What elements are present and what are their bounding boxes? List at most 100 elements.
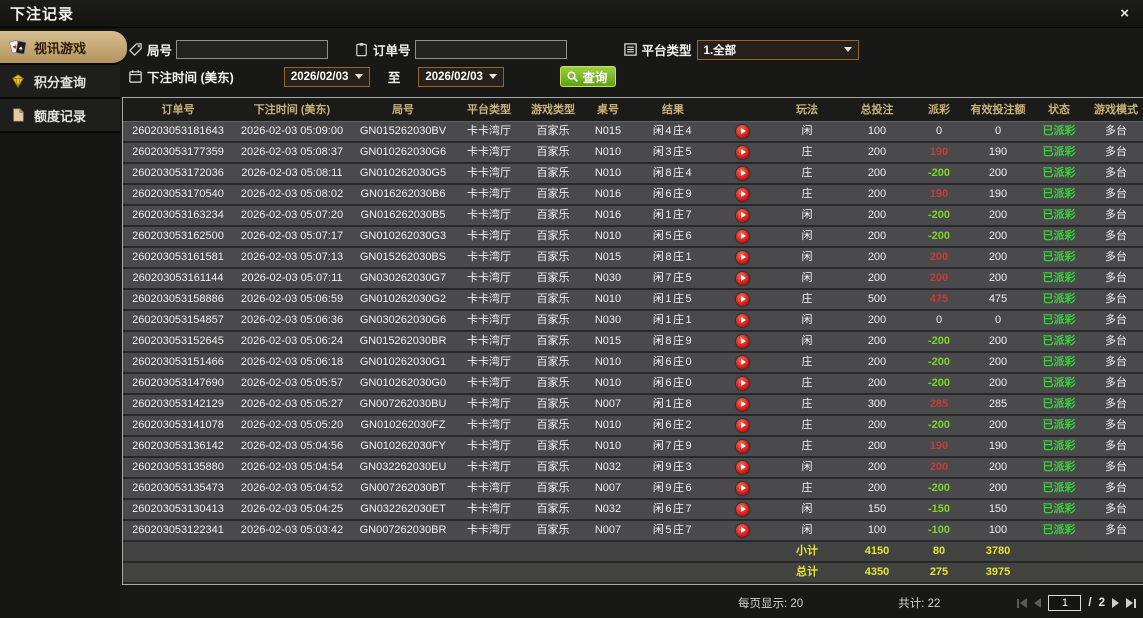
titlebar: 下注记录 × <box>0 0 1143 28</box>
cell-valid-bet: 200 <box>967 352 1029 374</box>
cell-table-no: N010 <box>583 142 633 164</box>
replay-play-icon[interactable] <box>735 418 749 432</box>
replay-play-icon[interactable] <box>735 187 749 201</box>
cell-table-no: N007 <box>583 394 633 416</box>
cell-round: GN030262030G7 <box>351 268 455 290</box>
round-number-label: 局号 <box>147 44 173 58</box>
page-number-input[interactable] <box>1048 595 1082 611</box>
total-count-info: 共计: 22 <box>898 595 940 611</box>
cell-game: 百家乐 <box>523 289 583 311</box>
round-number-input[interactable] <box>176 40 329 59</box>
replay-play-icon[interactable] <box>735 376 749 390</box>
page-count: 2 <box>1098 597 1105 609</box>
cell-valid-bet: 285 <box>967 394 1029 416</box>
cell-total-bet: 200 <box>843 310 911 332</box>
cell-valid-bet: 475 <box>967 289 1029 311</box>
replay-play-icon[interactable] <box>735 124 749 138</box>
subtotal-row-replay <box>713 541 771 563</box>
cell-time: 2026-02-03 05:08:11 <box>233 163 351 185</box>
subtotal-row-table-no <box>583 541 633 563</box>
sidebar-item-label: 额度记录 <box>34 108 87 124</box>
cell-order: 260203053154857 <box>123 310 233 332</box>
table-row: 260203053135880 2026-02-03 05:04:54 GN0322… <box>123 457 1143 479</box>
replay-play-icon[interactable] <box>735 166 749 180</box>
total-row-wanfa: 总计 <box>771 562 843 584</box>
first-page-icon[interactable] <box>1017 598 1028 608</box>
cell-replay <box>713 436 771 458</box>
cell-replay <box>713 268 771 290</box>
last-page-icon[interactable] <box>1126 598 1136 608</box>
cell-status: 已派彩 <box>1029 478 1089 500</box>
close-icon[interactable]: × <box>1120 6 1129 21</box>
replay-play-icon[interactable] <box>735 355 749 369</box>
chevron-down-icon <box>489 74 498 79</box>
replay-play-icon[interactable] <box>735 397 749 411</box>
cell-game: 百家乐 <box>523 226 583 248</box>
replay-play-icon[interactable] <box>735 208 749 222</box>
cell-result: 闲3庄5 <box>633 142 713 164</box>
query-button[interactable]: 查询 <box>560 66 617 87</box>
cell-table-no: N030 <box>583 310 633 332</box>
next-page-icon[interactable] <box>1112 598 1119 608</box>
replay-play-icon[interactable] <box>735 334 749 348</box>
cell-round: GN015262030BS <box>351 247 455 269</box>
cell-valid-bet: 0 <box>967 310 1029 332</box>
cell-valid-bet: 150 <box>967 499 1029 521</box>
cell-order: 260203053163234 <box>123 205 233 227</box>
cell-mode: 多台 <box>1089 394 1143 416</box>
cell-round: GN010262030G6 <box>351 142 455 164</box>
replay-play-icon[interactable] <box>735 292 749 306</box>
cell-order: 260203053136142 <box>123 436 233 458</box>
cell-replay <box>713 478 771 500</box>
table-row: 260203053177359 2026-02-03 05:08:37 GN0102… <box>123 142 1143 164</box>
platform-type-select[interactable]: 1.全部 <box>696 39 859 60</box>
cell-table-no: N015 <box>583 247 633 269</box>
cell-wanfa: 庄 <box>771 478 843 500</box>
sidebar-item-quota-records[interactable]: 额度记录 <box>0 99 120 133</box>
cell-wanfa: 闲 <box>771 520 843 542</box>
cell-result: 闲7庄9 <box>633 436 713 458</box>
bet-time-label-group: 下注时间 (美东) <box>128 67 234 86</box>
table-row: 260203053158886 2026-02-03 05:06:59 GN0102… <box>123 289 1143 311</box>
order-number-label: 订单号 <box>373 44 411 58</box>
replay-play-icon[interactable] <box>735 481 749 495</box>
header-total-bet: 总投注 <box>843 98 911 122</box>
total-count-value: 22 <box>927 598 941 610</box>
cell-game: 百家乐 <box>523 163 583 185</box>
header-platform: 平台类型 <box>455 98 523 122</box>
replay-play-icon[interactable] <box>735 271 749 285</box>
platform-type-value: 1.全部 <box>703 44 737 57</box>
date-from-select[interactable]: 2026/02/03 <box>283 66 370 87</box>
replay-play-icon[interactable] <box>735 460 749 474</box>
replay-play-icon[interactable] <box>735 439 749 453</box>
cell-total-bet: 100 <box>843 520 911 542</box>
cell-platform: 卡卡湾厅 <box>455 352 523 374</box>
sidebar-item-points-query[interactable]: 积分查询 <box>0 65 120 99</box>
header-play: 玩法 <box>771 98 843 122</box>
replay-play-icon[interactable] <box>735 502 749 516</box>
date-to-select[interactable]: 2026/02/03 <box>418 66 505 87</box>
table-row: 260203053172036 2026-02-03 05:08:11 GN0102… <box>123 163 1143 185</box>
replay-play-icon[interactable] <box>735 250 749 264</box>
cell-result: 闲6庄9 <box>633 184 713 206</box>
cell-platform: 卡卡湾厅 <box>455 499 523 521</box>
cell-wanfa: 庄 <box>771 142 843 164</box>
table-row: 260203053130413 2026-02-03 05:04:25 GN0322… <box>123 499 1143 521</box>
cell-wanfa: 闲 <box>771 268 843 290</box>
cell-total-bet: 200 <box>843 415 911 437</box>
replay-play-icon[interactable] <box>735 313 749 327</box>
cell-replay <box>713 394 771 416</box>
cell-valid-bet: 100 <box>967 520 1029 542</box>
sidebar-item-video-games[interactable]: ♥ ♠ 视讯游戏 <box>0 31 127 65</box>
cell-payout: 0 <box>911 121 967 143</box>
cell-wanfa: 庄 <box>771 436 843 458</box>
previous-page-icon[interactable] <box>1034 598 1042 608</box>
cell-order: 260203053147690 <box>123 373 233 395</box>
replay-play-icon[interactable] <box>735 229 749 243</box>
date-range-to-label: 至 <box>387 71 401 85</box>
order-number-input[interactable] <box>414 40 567 59</box>
replay-play-icon[interactable] <box>735 523 749 537</box>
cell-payout: -100 <box>911 520 967 542</box>
cell-order: 260203053177359 <box>123 142 233 164</box>
replay-play-icon[interactable] <box>735 145 749 159</box>
